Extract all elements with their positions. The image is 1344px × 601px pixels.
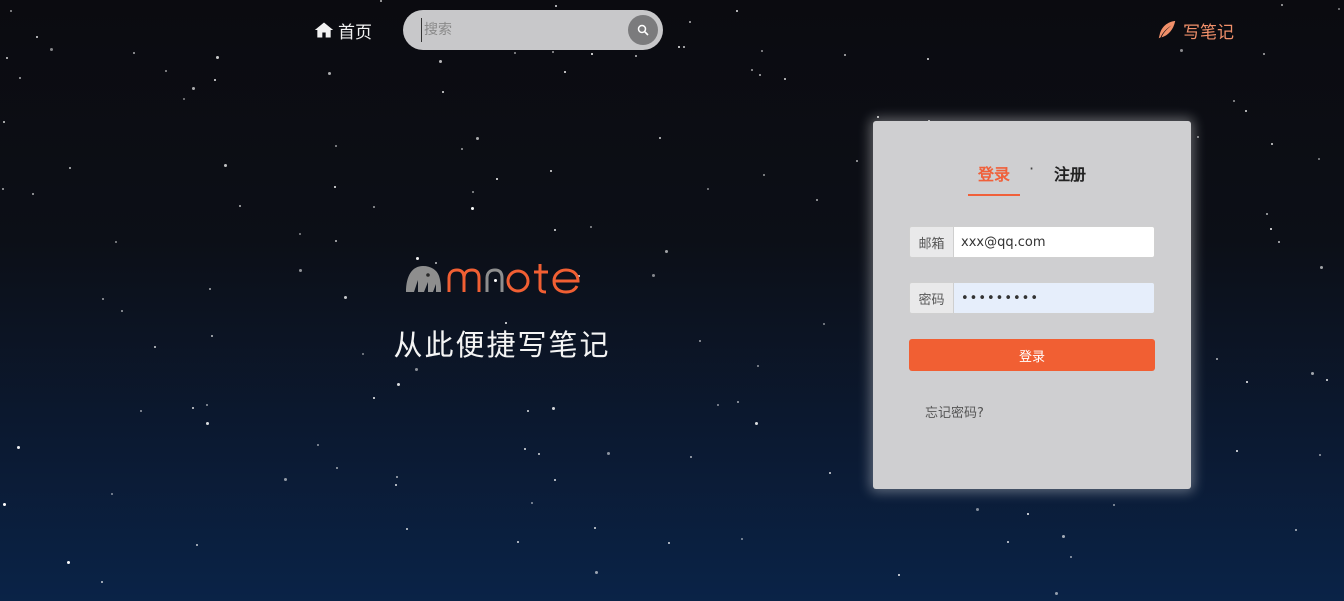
home-link[interactable]: 首页 — [314, 19, 372, 43]
auth-tabs: 登录 · 注册 — [873, 159, 1191, 196]
tab-login[interactable]: 登录 — [968, 161, 1020, 196]
email-label: 邮箱 — [910, 227, 954, 257]
search-box — [403, 10, 663, 50]
write-note-link[interactable]: 写笔记 — [1156, 19, 1234, 43]
leanote-logo — [406, 264, 580, 294]
tab-register[interactable]: 注册 — [1048, 161, 1092, 185]
password-input[interactable] — [954, 283, 1154, 313]
write-note-label: 写笔记 — [1183, 22, 1234, 43]
email-input[interactable] — [954, 227, 1154, 257]
search-icon — [637, 24, 649, 36]
home-icon — [314, 22, 334, 38]
password-label: 密码 — [910, 283, 954, 313]
home-label: 首页 — [338, 22, 372, 43]
slogan: 从此便捷写笔记 — [393, 328, 611, 362]
tab-separator: · — [1029, 159, 1035, 178]
forgot-password-link[interactable]: 忘记密码? — [925, 402, 984, 421]
search-input[interactable] — [421, 18, 624, 42]
login-button[interactable]: 登录 — [909, 339, 1155, 371]
email-field: 邮箱 — [909, 226, 1155, 258]
login-card: 登录 · 注册 邮箱 密码 登录 忘记密码? — [873, 121, 1191, 489]
password-field: 密码 — [909, 282, 1155, 314]
search-button[interactable] — [628, 15, 658, 45]
feather-icon — [1158, 20, 1176, 39]
